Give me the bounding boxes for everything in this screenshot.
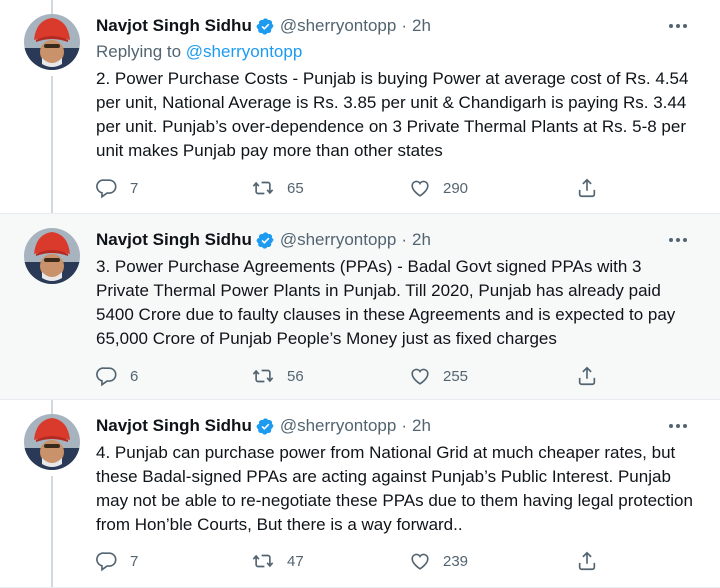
avatar[interactable] — [24, 228, 80, 284]
like-button[interactable]: 239 — [409, 549, 468, 573]
timestamp[interactable]: 2h — [412, 16, 431, 36]
replying-to: Replying to @sherryontopp — [96, 42, 302, 62]
retweet-button[interactable]: 47 — [251, 549, 304, 573]
tweet-text: 4. Punjab can purchase power from Nation… — [96, 443, 693, 534]
reply-button[interactable]: 6 — [96, 364, 138, 388]
like-button[interactable]: 255 — [409, 364, 468, 388]
share-button[interactable] — [576, 176, 598, 200]
separator-dot: · — [401, 416, 408, 435]
reply-button[interactable]: 7 — [96, 176, 138, 200]
share-icon — [576, 177, 598, 199]
retweet-icon — [251, 550, 275, 572]
tweet-actions: 7 65 290 — [96, 176, 616, 200]
author-name[interactable]: Navjot Singh Sidhu — [96, 230, 252, 250]
tweet[interactable]: Navjot Singh Sidhu @sherryontopp · 2h 4.… — [0, 400, 720, 588]
author-name[interactable]: Navjot Singh Sidhu — [96, 416, 252, 436]
reply-icon — [96, 177, 118, 199]
share-button[interactable] — [576, 549, 598, 573]
share-icon — [576, 365, 598, 387]
retweet-count: 65 — [287, 179, 304, 197]
avatar[interactable] — [24, 14, 80, 70]
like-count: 239 — [443, 552, 469, 570]
reply-icon — [96, 550, 118, 572]
share-button[interactable] — [576, 364, 598, 388]
reply-count: 7 — [130, 179, 139, 197]
more-icon[interactable] — [666, 419, 690, 433]
verified-badge-icon — [256, 417, 275, 436]
retweet-count: 56 — [287, 367, 304, 385]
like-button[interactable]: 290 — [409, 176, 468, 200]
separator-dot: · — [401, 230, 408, 249]
timestamp[interactable]: 2h — [412, 230, 431, 250]
reply-icon — [96, 365, 118, 387]
author-name[interactable]: Navjot Singh Sidhu — [96, 16, 252, 36]
separator-dot: · — [401, 16, 408, 35]
tweet-text: 2. Power Purchase Costs - Punjab is buyi… — [96, 69, 689, 160]
retweet-count: 47 — [287, 552, 304, 570]
like-icon — [409, 550, 431, 572]
retweet-icon — [251, 177, 275, 199]
timestamp[interactable]: 2h — [412, 416, 431, 436]
reply-count: 6 — [130, 367, 139, 385]
author-handle[interactable]: @sherryontopp — [280, 416, 397, 436]
author-handle[interactable]: @sherryontopp — [280, 230, 397, 250]
retweet-button[interactable]: 56 — [251, 364, 304, 388]
tweet-actions: 7 47 239 — [96, 549, 616, 573]
more-icon[interactable] — [666, 233, 690, 247]
like-icon — [409, 177, 431, 199]
like-icon — [409, 365, 431, 387]
like-count: 290 — [443, 179, 469, 197]
like-count: 255 — [443, 367, 469, 385]
tweet[interactable]: Navjot Singh Sidhu @sherryontopp · 2h Re… — [0, 0, 720, 214]
author-handle[interactable]: @sherryontopp — [280, 16, 397, 36]
reply-button[interactable]: 7 — [96, 549, 138, 573]
tweet-text: 3. Power Purchase Agreements (PPAs) - Ba… — [96, 257, 676, 348]
reply-count: 7 — [130, 552, 139, 570]
retweet-icon — [251, 365, 275, 387]
verified-badge-icon — [256, 231, 275, 250]
verified-badge-icon — [256, 17, 275, 36]
share-icon — [576, 550, 598, 572]
retweet-button[interactable]: 65 — [251, 176, 304, 200]
tweet[interactable]: Navjot Singh Sidhu @sherryontopp · 2h 3.… — [0, 214, 720, 400]
replying-to-label: Replying to — [96, 42, 182, 61]
tweet-actions: 6 56 255 — [96, 364, 616, 388]
more-icon[interactable] — [666, 19, 690, 33]
reply-mention-link[interactable]: @sherryontopp — [186, 42, 303, 61]
avatar[interactable] — [24, 414, 80, 470]
